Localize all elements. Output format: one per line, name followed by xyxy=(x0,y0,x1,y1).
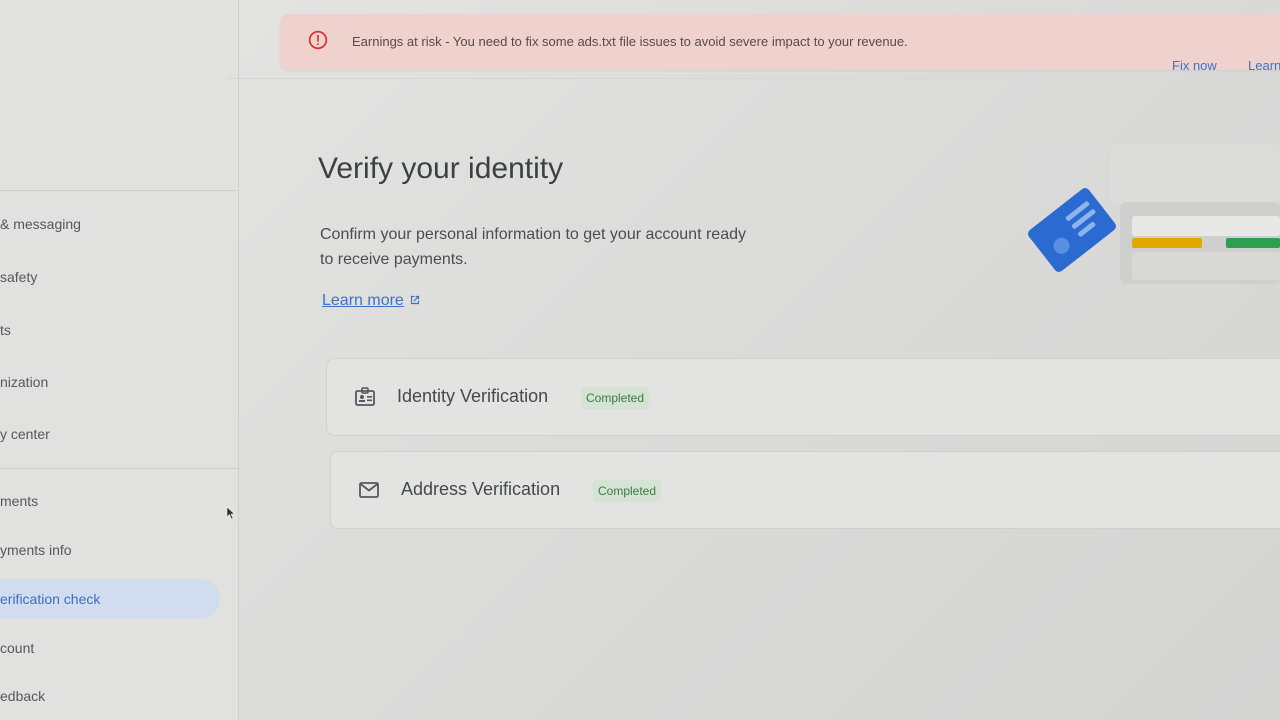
sidebar-item-label: & messaging xyxy=(0,216,81,232)
sidebar-item-label: erification check xyxy=(0,591,101,607)
sidebar-item-messaging[interactable]: & messaging xyxy=(0,204,81,244)
page-title: Verify your identity xyxy=(318,152,564,185)
sidebar-header xyxy=(0,0,238,191)
identity-verification-label: Identity Verification xyxy=(397,386,549,406)
sidebar-item-payments-info[interactable]: yments info xyxy=(0,530,72,570)
sidebar-item-ts[interactable]: ts xyxy=(0,310,11,350)
sidebar-item-nization[interactable]: nization xyxy=(0,362,48,402)
status-badge: Completed xyxy=(593,480,662,502)
learn-more-banner-link[interactable]: Learn xyxy=(1248,58,1280,73)
sidebar-item-payments[interactable]: ments xyxy=(0,481,38,521)
external-link-icon xyxy=(410,295,419,305)
sidebar-item-safety[interactable]: safety xyxy=(0,257,37,297)
learn-more-link[interactable]: Learn more xyxy=(322,292,422,310)
sidebar-item-label: y center xyxy=(0,426,50,442)
sidebar-item-label: yments info xyxy=(0,542,72,558)
sidebar: & messaging safety ts nization y center … xyxy=(0,0,239,720)
sidebar-item-label: nization xyxy=(0,374,49,390)
mouse-cursor-icon xyxy=(226,506,236,520)
sidebar-divider xyxy=(0,468,238,469)
screen: & messaging safety ts nization y center … xyxy=(0,0,1280,720)
address-verification-label: Address Verification xyxy=(401,479,561,499)
sidebar-item-feedback[interactable]: edback xyxy=(0,676,45,716)
fix-now-link[interactable]: Fix now xyxy=(1172,58,1217,73)
learn-more-label: Learn more xyxy=(322,292,404,309)
sidebar-item-account[interactable]: count xyxy=(0,628,34,668)
alert-banner: Earnings at risk - You need to fix some … xyxy=(280,14,1280,73)
header-divider xyxy=(228,78,1280,79)
sidebar-item-label: ments xyxy=(0,493,39,509)
status-badge: Completed xyxy=(581,387,650,409)
identity-illustration xyxy=(1024,144,1280,284)
sidebar-item-label: count xyxy=(0,640,35,656)
identity-verification-card[interactable]: Identity Verification Completed xyxy=(326,358,1280,436)
sidebar-item-label: ts xyxy=(0,322,11,338)
alert-message: Earnings at risk - You need to fix some … xyxy=(352,34,908,49)
sidebar-item-center[interactable]: y center xyxy=(0,414,50,454)
address-verification-card[interactable]: Address Verification Completed xyxy=(330,451,1280,529)
sidebar-item-label: safety xyxy=(0,269,38,285)
id-card-icon xyxy=(355,387,375,406)
mail-icon xyxy=(359,482,379,498)
sidebar-item-label: edback xyxy=(0,688,46,704)
sidebar-item-verification-check[interactable]: erification check xyxy=(0,579,220,619)
alert-circle-icon xyxy=(308,30,328,50)
page-description: Confirm your personal information to get… xyxy=(320,226,746,268)
